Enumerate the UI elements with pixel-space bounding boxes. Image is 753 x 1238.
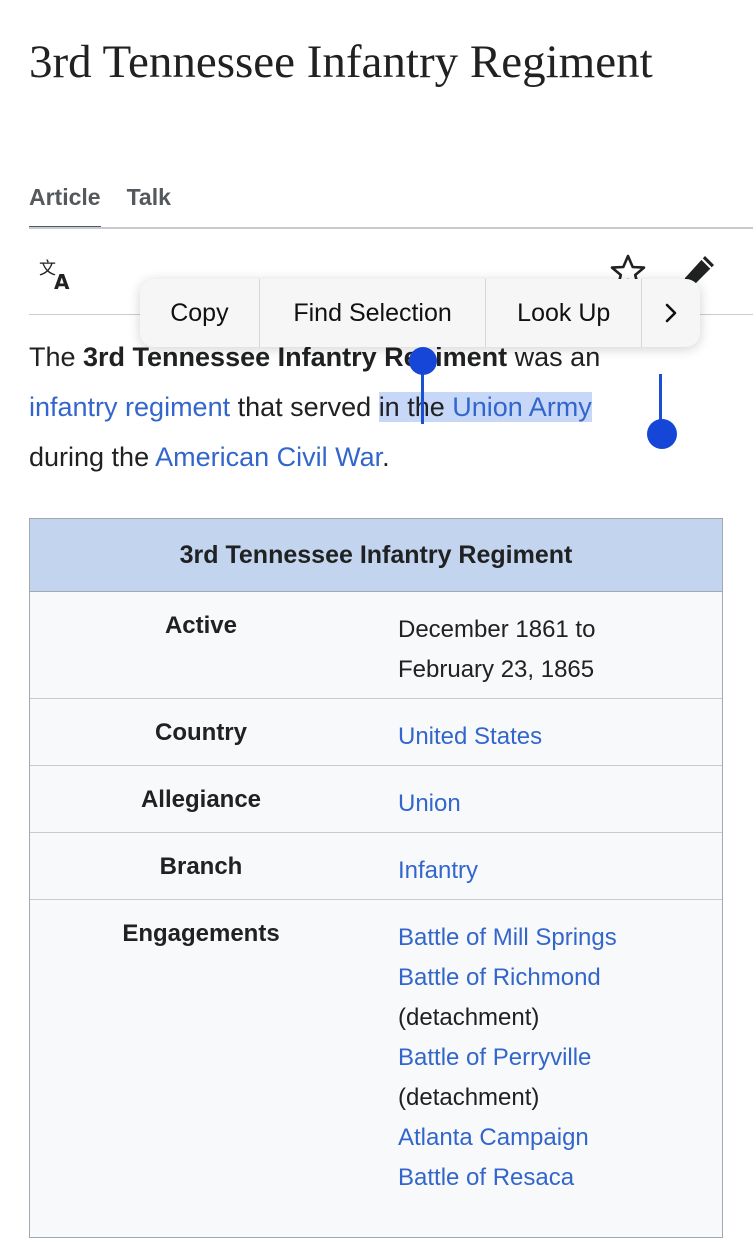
infobox-value: December 1861 to February 23, 1865	[372, 592, 722, 698]
infobox-value: Infantry	[372, 833, 722, 899]
chevron-right-icon	[665, 303, 677, 323]
engagement-note: (detachment)	[398, 1084, 540, 1111]
infobox-row-active: Active December 1861 to February 23, 186…	[30, 592, 722, 699]
infobox-row-allegiance: Allegiance Union	[30, 766, 722, 833]
tab-talk[interactable]: Talk	[127, 180, 171, 228]
link-battle-of-resaca[interactable]: Battle of Resaca	[398, 1158, 702, 1198]
selection-end-handle[interactable]	[647, 419, 677, 449]
active-date-line: December 1861 to	[398, 616, 596, 643]
intro-text: The	[29, 342, 84, 372]
page-title: 3rd Tennessee Infantry Regiment	[29, 36, 653, 88]
selection-end-caret	[659, 374, 662, 424]
intro-text: during the	[29, 442, 156, 472]
active-date-line: February 23, 1865	[398, 656, 595, 683]
look-up-button[interactable]: Look Up	[486, 279, 643, 347]
page-tabs: Article Talk	[29, 180, 171, 229]
copy-button[interactable]: Copy	[140, 279, 260, 347]
infobox-row-country: Country United States	[30, 699, 722, 766]
engagement-note: (detachment)	[398, 1004, 540, 1031]
svg-text:A: A	[54, 270, 70, 292]
infobox-row-engagements: Engagements Battle of Mill Springs Battl…	[30, 900, 722, 1198]
infobox-value: Battle of Mill Springs Battle of Richmon…	[372, 900, 722, 1198]
more-options-chevron-icon[interactable]	[642, 279, 700, 347]
infobox-label: Engagements	[122, 920, 280, 947]
infobox: 3rd Tennessee Infantry Regiment Active D…	[29, 518, 723, 1238]
link-union[interactable]: Union	[398, 790, 461, 817]
selection-start-handle[interactable]	[409, 347, 437, 375]
intro-text: that served	[230, 392, 379, 422]
translate-icon[interactable]: 文 A	[37, 256, 77, 292]
infobox-label: Country	[155, 719, 247, 746]
infobox-label: Branch	[159, 853, 243, 880]
link-infantry-regiment[interactable]: infantry regiment	[29, 392, 230, 422]
infobox-title: 3rd Tennessee Infantry Regiment	[30, 519, 722, 592]
link-battle-of-mill-springs[interactable]: Battle of Mill Springs	[398, 918, 702, 958]
link-union-army[interactable]: Union Army	[452, 392, 592, 422]
selected-text: in the	[378, 392, 453, 422]
link-american-civil-war[interactable]: American Civil War	[155, 442, 382, 472]
link-battle-of-perryville[interactable]: Battle of Perryville	[398, 1038, 702, 1078]
infobox-value: Union	[372, 766, 722, 832]
text-selection-context-menu: Copy Find Selection Look Up	[140, 279, 700, 347]
link-infantry[interactable]: Infantry	[398, 857, 478, 884]
link-battle-of-richmond[interactable]: Battle of Richmond	[398, 958, 702, 998]
intro-paragraph: The 3rd Tennessee Infantry Regiment was …	[29, 332, 729, 482]
infobox-row-branch: Branch Infantry	[30, 833, 722, 900]
intro-text: .	[382, 442, 390, 472]
tabs-divider	[29, 227, 753, 229]
infobox-label: Active	[164, 612, 238, 639]
selection-start-caret	[421, 368, 424, 424]
link-atlanta-campaign[interactable]: Atlanta Campaign	[398, 1118, 702, 1158]
infobox-label: Allegiance	[140, 786, 262, 813]
infobox-value: United States	[372, 699, 722, 765]
find-selection-button[interactable]: Find Selection	[260, 279, 487, 347]
link-united-states[interactable]: United States	[398, 723, 542, 750]
tab-article[interactable]: Article	[29, 180, 101, 229]
